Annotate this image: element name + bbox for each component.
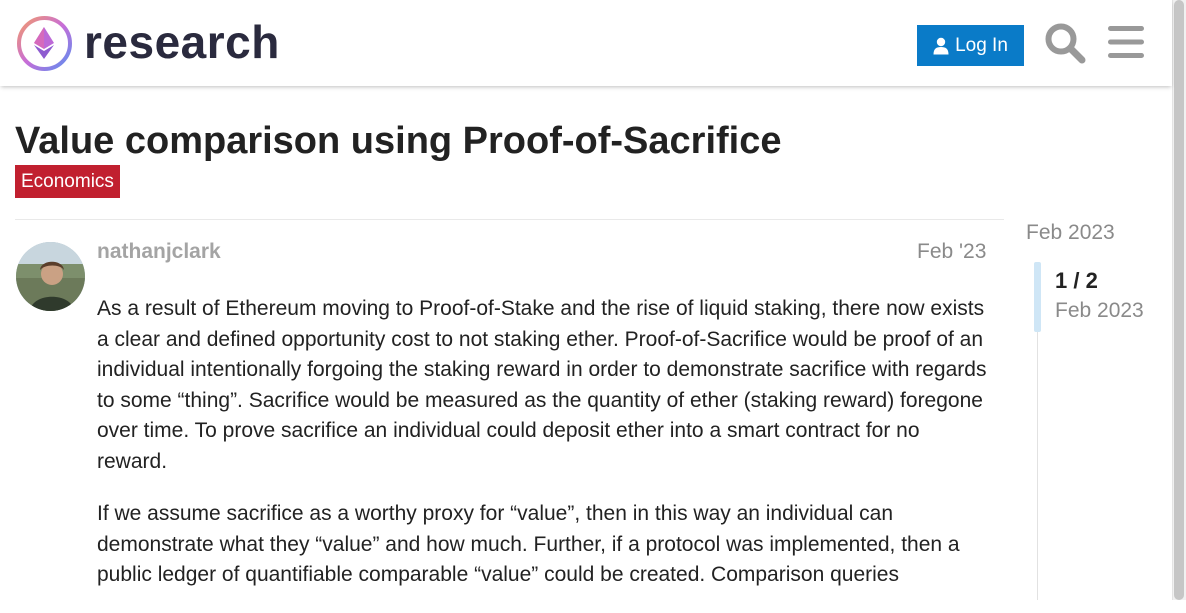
avatar-image-icon: [16, 242, 85, 311]
user-avatar[interactable]: [16, 242, 85, 311]
post-author[interactable]: nathanjclark: [97, 240, 221, 264]
topic-divider: [15, 219, 1004, 220]
post-date[interactable]: Feb '23: [917, 240, 986, 264]
post-paragraph: As a result of Ethereum moving to Proof-…: [97, 297, 987, 473]
post-paragraph: If we assume sacrifice as a worthy proxy…: [97, 502, 960, 586]
page-scrollbar-thumb[interactable]: [1174, 0, 1184, 600]
timeline-current-date: Feb 2023: [1055, 299, 1144, 322]
post-body: As a result of Ethereum moving to Proof-…: [97, 294, 992, 613]
topic-title[interactable]: Value comparison using Proof-of-Sacrific…: [15, 118, 782, 164]
site-logo-text[interactable]: research: [84, 14, 280, 70]
site-header: research Log In: [0, 0, 1172, 86]
timeline-handle[interactable]: [1034, 262, 1041, 332]
log-in-button[interactable]: Log In: [917, 25, 1024, 66]
timeline-start-date[interactable]: Feb 2023: [1026, 221, 1115, 245]
ethresearch-logo-icon[interactable]: [16, 15, 73, 72]
hamburger-menu-icon[interactable]: [1106, 24, 1146, 60]
search-icon[interactable]: [1044, 22, 1086, 64]
category-badge[interactable]: Economics: [15, 165, 120, 198]
log-in-label: Log In: [955, 34, 1008, 56]
timeline-post-count: 1 / 2: [1055, 268, 1098, 293]
user-icon: [933, 37, 949, 54]
